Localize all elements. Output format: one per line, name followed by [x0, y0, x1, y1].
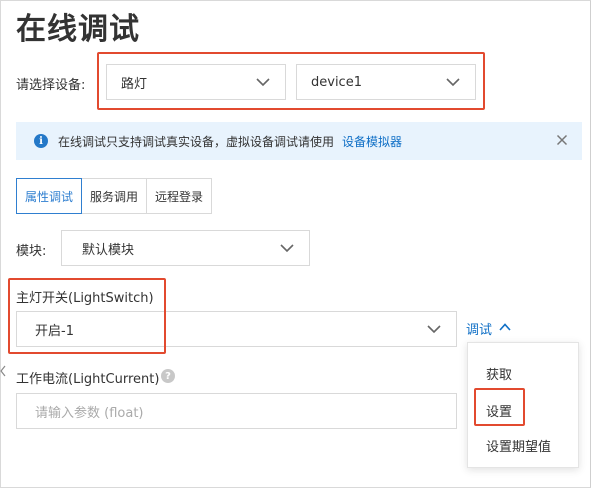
info-icon: i: [34, 134, 48, 148]
module-select-value: 默认模块: [82, 242, 135, 258]
tab-remote-login[interactable]: 远程登录: [146, 178, 213, 214]
debug-toggle[interactable]: 调试: [466, 319, 512, 338]
chevron-up-icon: [498, 320, 512, 338]
close-icon[interactable]: [556, 134, 568, 146]
light-switch-highlight: [8, 278, 166, 354]
device-simulator-link[interactable]: 设备模拟器: [342, 133, 402, 150]
light-current-label: 工作电流(LightCurrent): [16, 372, 160, 387]
chevron-left-icon: [0, 362, 6, 377]
menu-item-get[interactable]: 获取: [486, 364, 512, 383]
info-notice: i 在线调试只支持调试真实设备，虚拟设备调试请使用 设备模拟器: [16, 122, 582, 160]
menu-item-set-desired[interactable]: 设置期望值: [486, 436, 551, 455]
chevron-down-icon: [426, 321, 442, 337]
chevron-down-icon: [279, 240, 295, 256]
tab-service-call[interactable]: 服务调用: [81, 178, 148, 214]
tab-property-debug[interactable]: 属性调试: [16, 178, 83, 214]
module-label: 模块:: [16, 244, 47, 259]
help-icon[interactable]: ?: [161, 369, 175, 383]
device-select-label: 请选择设备:: [16, 78, 86, 93]
debug-label: 调试: [466, 323, 493, 338]
module-select[interactable]: 默认模块: [61, 230, 310, 266]
light-current-placeholder: 请输入参数 (float): [35, 405, 144, 421]
notice-text: 在线调试只支持调试真实设备，虚拟设备调试请使用: [58, 134, 335, 149]
debug-tabs: 属性调试 服务调用 远程登录: [16, 178, 213, 214]
light-current-input[interactable]: 请输入参数 (float): [16, 393, 457, 429]
device-select-highlight: [97, 52, 485, 110]
page-title: 在线调试: [16, 12, 140, 47]
set-item-highlight: [474, 388, 525, 426]
